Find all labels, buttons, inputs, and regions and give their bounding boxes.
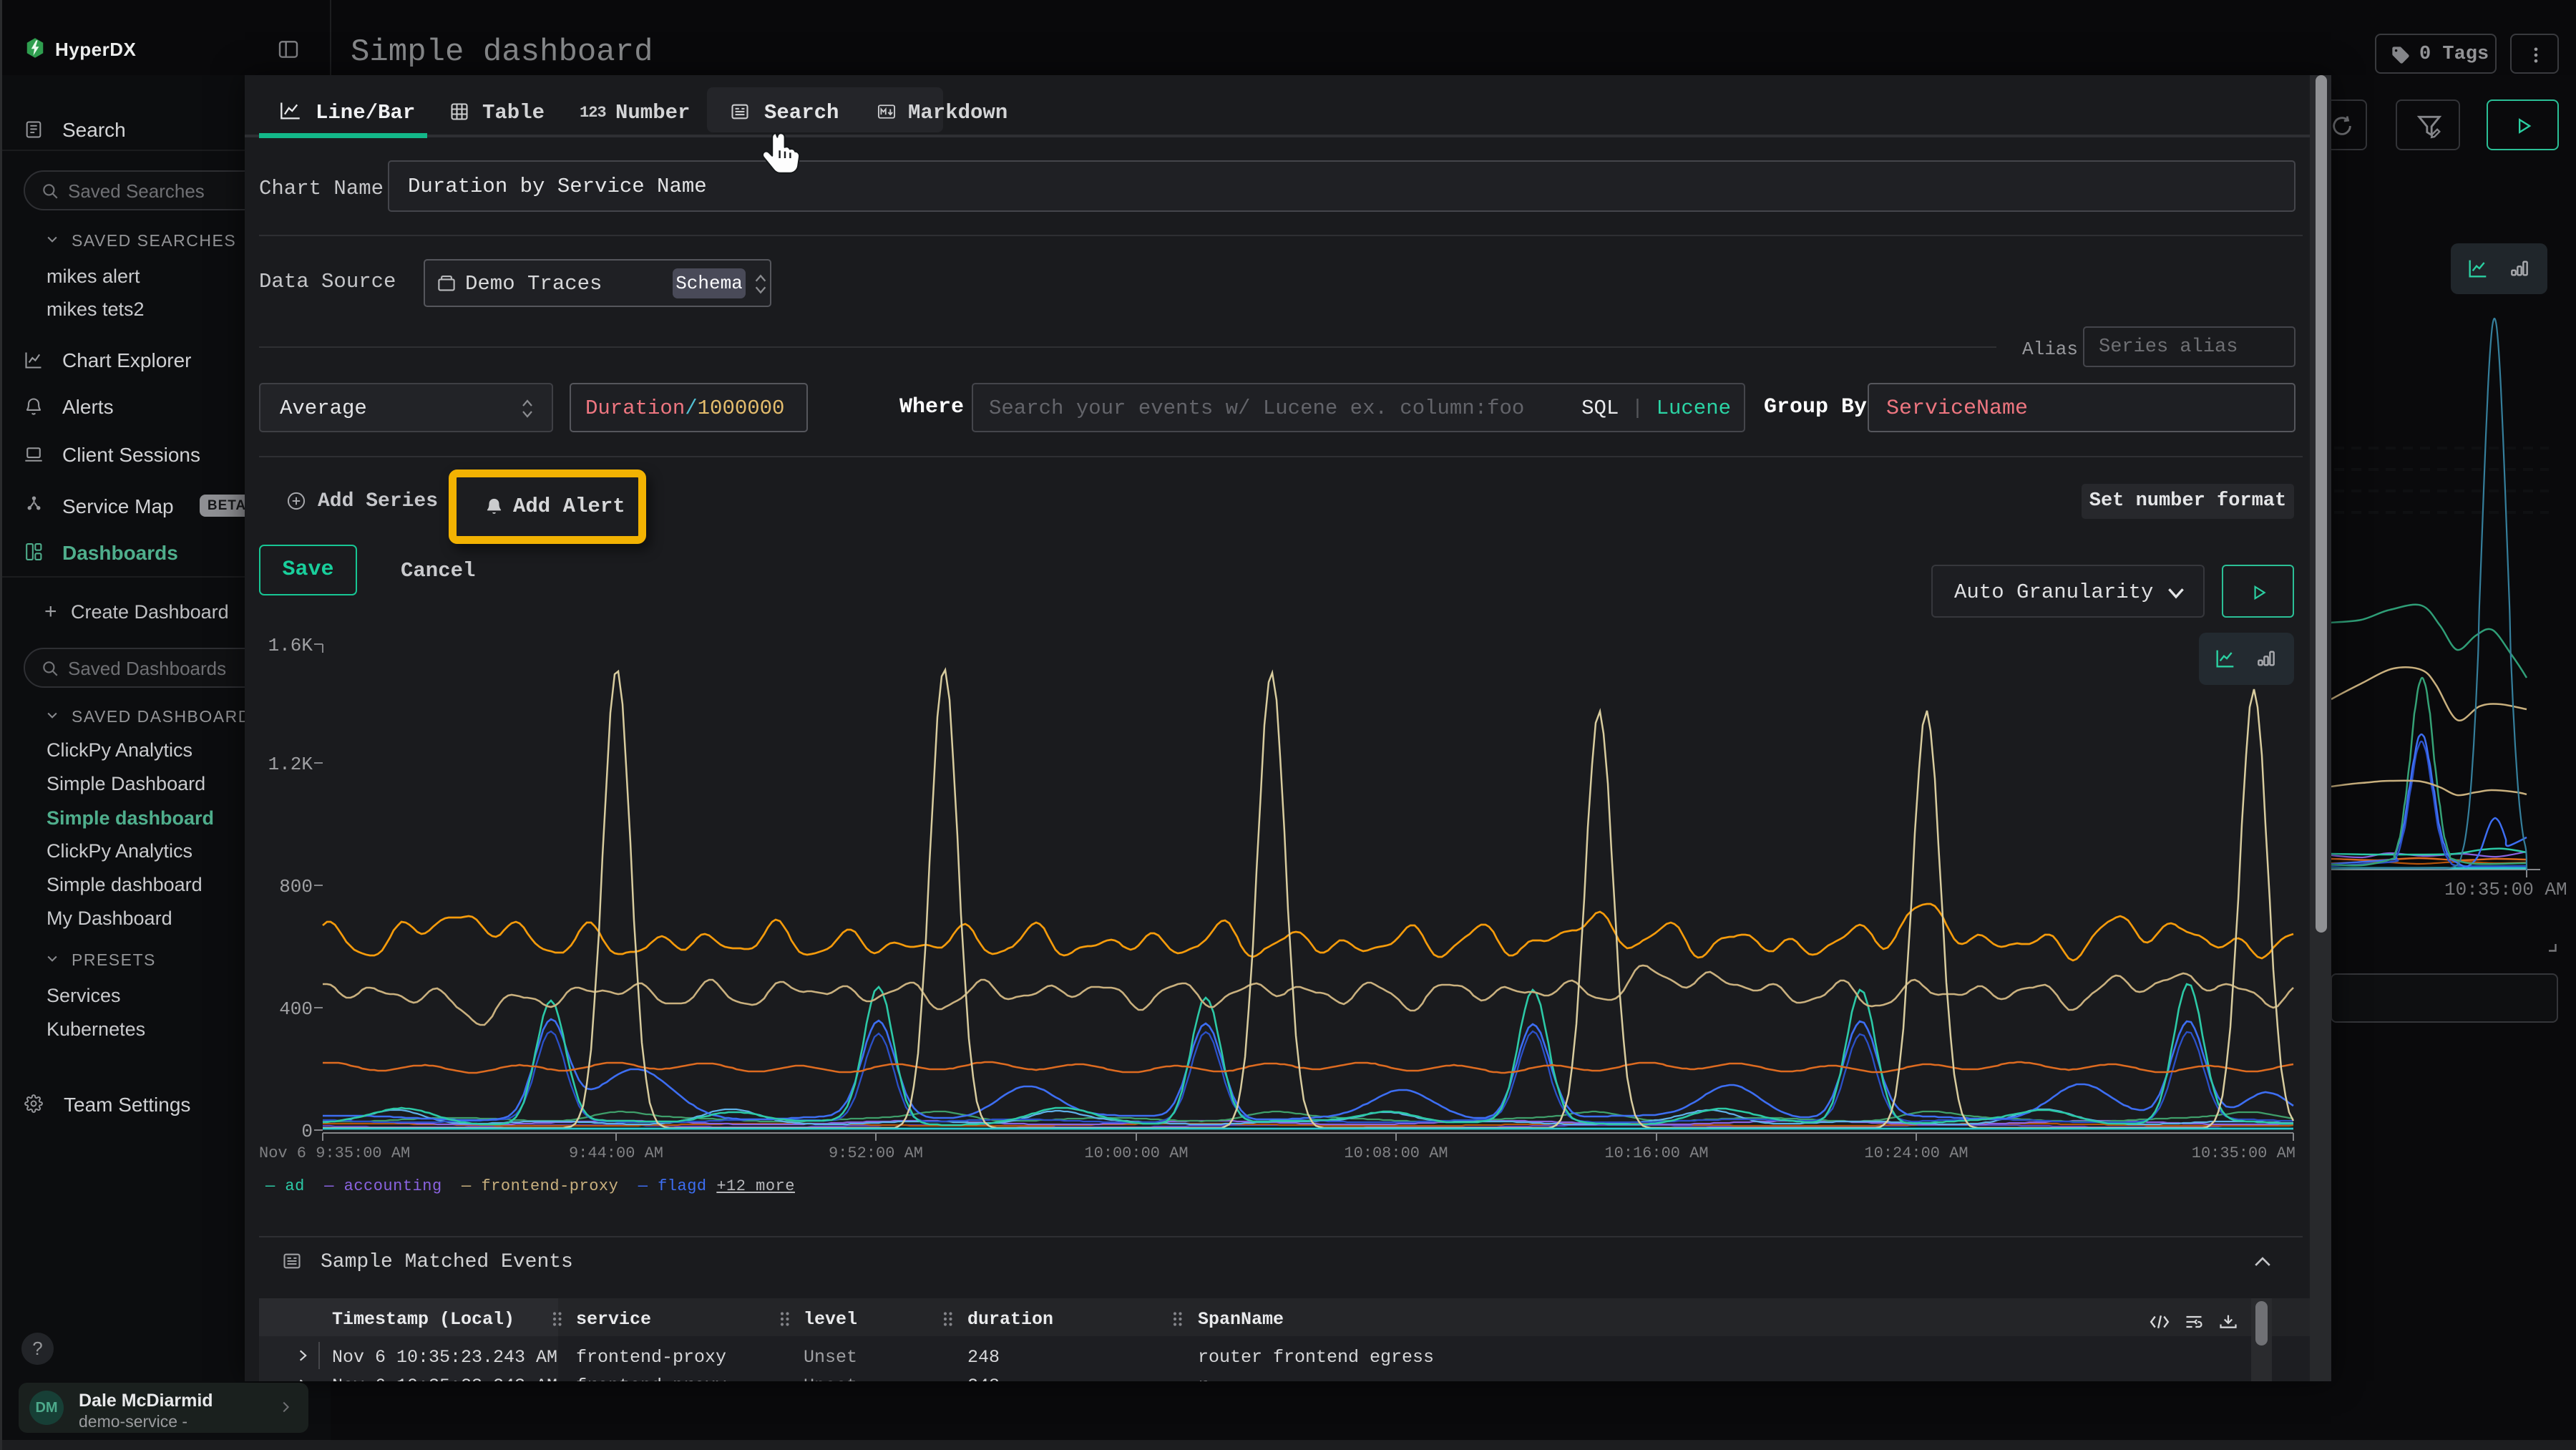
svg-text:800: 800: [279, 876, 313, 897]
svg-text:10:35:00 AM: 10:35:00 AM: [2192, 1144, 2296, 1162]
svg-text:1.2K: 1.2K: [268, 754, 313, 775]
svg-text:1.6K: 1.6K: [268, 635, 313, 656]
svg-text:10:00:00 AM: 10:00:00 AM: [1084, 1144, 1188, 1162]
svg-text:10:08:00 AM: 10:08:00 AM: [1344, 1144, 1448, 1162]
svg-text:0: 0: [301, 1121, 313, 1142]
svg-text:10:24:00 AM: 10:24:00 AM: [1864, 1144, 1968, 1162]
svg-text:10:16:00 AM: 10:16:00 AM: [1604, 1144, 1708, 1162]
svg-text:Nov 6 9:35:00 AM: Nov 6 9:35:00 AM: [259, 1144, 410, 1162]
svg-text:9:44:00 AM: 9:44:00 AM: [569, 1144, 663, 1162]
svg-text:400: 400: [279, 998, 313, 1020]
svg-text:9:52:00 AM: 9:52:00 AM: [829, 1144, 923, 1162]
